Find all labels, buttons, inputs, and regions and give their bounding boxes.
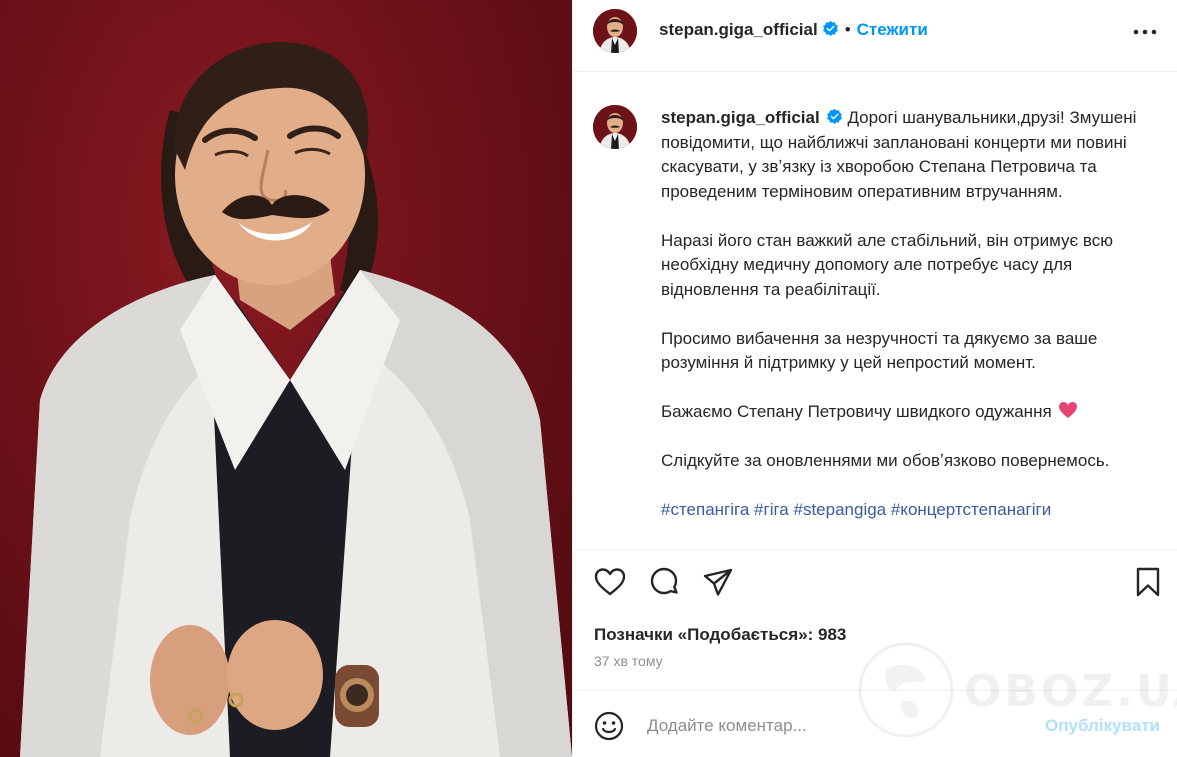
photo-illustration bbox=[20, 41, 572, 757]
heart-icon bbox=[594, 568, 626, 596]
caption-paragraph-1: stepan.giga_official Дорогі шанувальники… bbox=[661, 106, 1166, 204]
separator-dot: • bbox=[844, 20, 851, 39]
post-timestamp[interactable]: 37 хв тому bbox=[594, 653, 663, 669]
share-icon bbox=[703, 568, 733, 596]
verified-badge-icon bbox=[822, 20, 838, 36]
caption-paragraph-4: Бажаємо Степану Петровичу швидкого одужа… bbox=[661, 400, 1166, 425]
more-options-icon[interactable] bbox=[1132, 22, 1158, 42]
save-button[interactable] bbox=[1131, 565, 1165, 599]
caption-paragraph-2: Наразі його стан важкий але стабільний, … bbox=[661, 230, 1114, 299]
follow-button[interactable]: Стежити bbox=[857, 20, 928, 39]
hashtag-link[interactable]: #степангіга bbox=[661, 500, 749, 519]
post-photo bbox=[0, 0, 572, 757]
avatar[interactable] bbox=[593, 9, 637, 53]
comment-bar: Опублікувати bbox=[573, 690, 1177, 757]
comment-icon bbox=[650, 567, 678, 595]
username-link[interactable]: stepan.giga_official bbox=[659, 20, 818, 39]
caption-text: stepan.giga_official Дорогі шанувальники… bbox=[661, 106, 1166, 547]
caption-username-link[interactable]: stepan.giga_official bbox=[661, 108, 820, 127]
post-header: stepan.giga_official • Стежити bbox=[573, 0, 1177, 72]
caption-wish-text: Бажаємо Степану Петровичу швидкого одужа… bbox=[661, 402, 1052, 421]
hashtag-link[interactable]: #концертстепанагіги bbox=[891, 500, 1051, 519]
emoji-icon[interactable] bbox=[593, 710, 625, 742]
caption-avatar[interactable] bbox=[593, 105, 637, 149]
likes-count[interactable]: Позначки «Подобається»: 983 bbox=[594, 625, 846, 645]
bookmark-icon bbox=[1136, 567, 1160, 597]
like-button[interactable] bbox=[593, 565, 627, 599]
caption-hashtags: #степангіга #гіга #stepangiga #концертст… bbox=[661, 498, 1166, 523]
hashtag-link[interactable]: #stepangiga bbox=[794, 500, 887, 519]
verified-badge-icon bbox=[826, 108, 842, 124]
avatar-image bbox=[593, 105, 637, 149]
share-button[interactable] bbox=[701, 565, 735, 599]
comment-button[interactable] bbox=[647, 565, 681, 599]
caption-paragraph-3: Просимо вибачення за незручності та дяку… bbox=[661, 328, 1098, 373]
header-username-row: stepan.giga_official • Стежити bbox=[659, 20, 928, 40]
post-actions bbox=[573, 565, 1177, 605]
comment-input[interactable] bbox=[647, 713, 1027, 739]
publish-button[interactable]: Опублікувати bbox=[1045, 716, 1160, 736]
avatar-image bbox=[593, 9, 637, 53]
pink-heart-emoji bbox=[1058, 402, 1077, 418]
caption-paragraph-5: Слідкуйте за оновленнями ми обовʼязково … bbox=[661, 451, 1110, 470]
post-details-panel: stepan.giga_official • Стежити stepan.giga… bbox=[572, 0, 1177, 757]
hashtag-link[interactable]: #гіга bbox=[754, 500, 789, 519]
post-caption: stepan.giga_official Дорогі шанувальники… bbox=[573, 72, 1177, 550]
